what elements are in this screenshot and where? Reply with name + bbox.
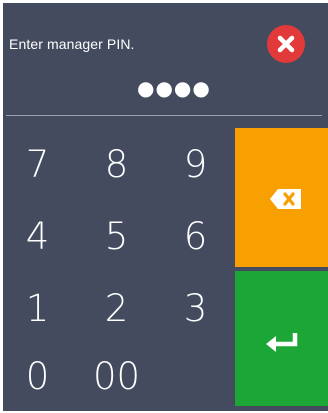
key-0[interactable]: 0 bbox=[0, 347, 75, 407]
enter-icon bbox=[266, 333, 298, 352]
pin-prompt: Enter manager PIN. bbox=[9, 36, 135, 52]
close-icon bbox=[277, 35, 295, 53]
backspace-icon bbox=[270, 189, 301, 209]
key-9[interactable]: 9 bbox=[158, 135, 233, 195]
key-3[interactable]: 3 bbox=[158, 279, 233, 339]
close-button[interactable] bbox=[267, 25, 305, 63]
key-7[interactable]: 7 bbox=[0, 135, 75, 195]
pin-display: ●●●● bbox=[137, 76, 211, 100]
key-1[interactable]: 1 bbox=[0, 279, 75, 339]
key-5[interactable]: 5 bbox=[79, 207, 154, 267]
key-6[interactable]: 6 bbox=[158, 207, 233, 267]
divider bbox=[6, 115, 322, 116]
enter-button[interactable] bbox=[235, 271, 328, 406]
key-8[interactable]: 8 bbox=[79, 135, 154, 195]
key-2[interactable]: 2 bbox=[79, 279, 154, 339]
key-00[interactable]: 00 bbox=[79, 347, 154, 407]
key-4[interactable]: 4 bbox=[0, 207, 75, 267]
backspace-button[interactable] bbox=[235, 128, 328, 267]
